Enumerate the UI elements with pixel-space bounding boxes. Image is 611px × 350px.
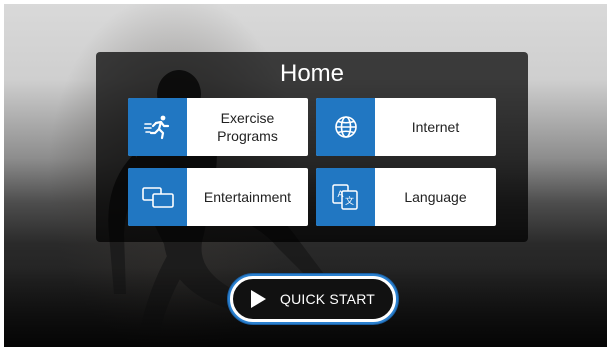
play-icon [250, 290, 266, 308]
tile-label: Exercise Programs [217, 110, 278, 144]
tile-icon-box: A 文 [316, 168, 375, 226]
tile-label: Entertainment [203, 189, 292, 205]
translate-icon: A 文 [331, 184, 358, 210]
svg-text:A: A [337, 190, 344, 200]
background-photo: Home Exercise Programs Internet Entertai… [4, 4, 607, 347]
tile-exercise-programs[interactable]: Exercise Programs [128, 98, 308, 156]
quick-start-label: QUICK START [279, 291, 376, 307]
tile-internet[interactable]: Internet [316, 98, 496, 156]
quick-start-button[interactable]: QUICK START [230, 276, 396, 322]
tile-icon-box [128, 98, 187, 156]
tile-language[interactable]: A 文 Language [316, 168, 496, 226]
tile-icon-box [128, 168, 187, 226]
screens-icon [141, 187, 174, 208]
tile-label: Internet [411, 119, 460, 135]
tile-label: Language [404, 189, 467, 205]
home-panel: Home Exercise Programs Internet Entertai… [96, 52, 528, 242]
runner-icon [143, 115, 169, 140]
tile-icon-box [316, 98, 375, 156]
tile-entertainment[interactable]: Entertainment [128, 168, 308, 226]
page-title: Home [279, 60, 345, 87]
globe-icon [334, 116, 357, 138]
svg-text:文: 文 [344, 195, 353, 207]
